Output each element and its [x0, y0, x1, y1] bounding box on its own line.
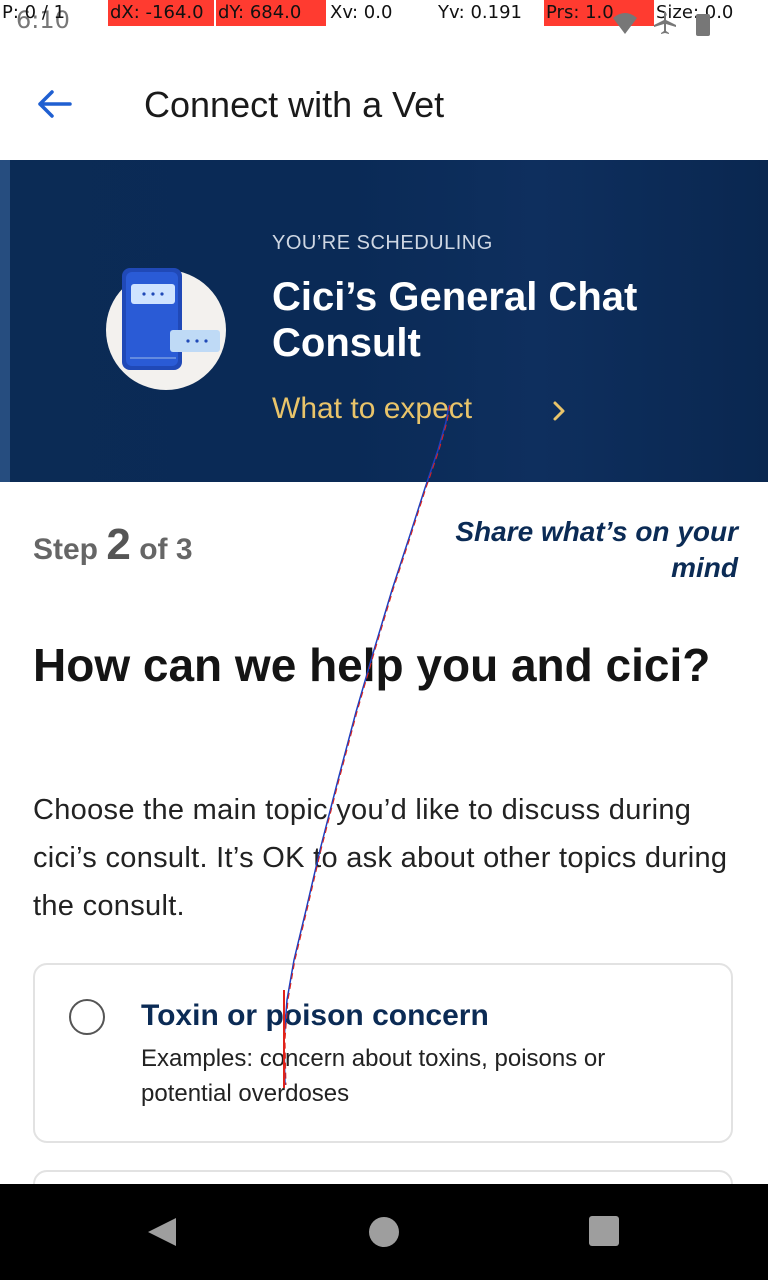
back-button[interactable]	[28, 82, 84, 126]
nav-recents-icon[interactable]	[589, 1216, 619, 1246]
consult-title: Cici’s General Chat Consult	[272, 275, 638, 365]
wifi-icon	[613, 13, 637, 34]
step-prefix: Step	[33, 533, 99, 566]
step-indicator: Step 2 of 3	[33, 520, 193, 570]
step-total: of 3	[139, 533, 193, 566]
nav-back-icon[interactable]	[146, 1216, 178, 1248]
pointer-dx: dX: -164.0	[108, 0, 214, 26]
pointer-xv: Xv: 0.0	[330, 2, 393, 23]
topic-option-toxin[interactable]: Toxin or poison concern Examples: concer…	[33, 963, 733, 1143]
page-title: Connect with a Vet	[144, 84, 445, 125]
what-to-expect-link[interactable]: What to expect	[272, 392, 472, 426]
option-description: Examples: concern about toxins, poisons …	[141, 1045, 606, 1107]
instructions-text: Choose the main topic you’d like to disc…	[33, 794, 728, 922]
chat-phone-illustration	[106, 268, 226, 390]
status-bar: 6:10 P: 0 / 1 dX: -164.0 dY: 684.0 Xv: 0…	[0, 0, 768, 44]
chevron-right-icon[interactable]	[548, 396, 572, 426]
pointer-dy: dY: 684.0	[216, 0, 326, 26]
nav-home-icon[interactable]	[369, 1217, 399, 1247]
option-title: Toxin or poison concern	[141, 999, 489, 1032]
pointer-count: P: 0 / 1	[2, 2, 66, 23]
consult-hero: YOU’RE SCHEDULING Cici’s General Chat Co…	[0, 160, 768, 482]
app-bar: Connect with a Vet	[0, 44, 768, 160]
step-current: 2	[106, 520, 131, 569]
scheduling-eyebrow: YOU’RE SCHEDULING	[272, 232, 493, 254]
airplane-icon	[654, 12, 676, 34]
step-description: Share what’s on your mind	[455, 516, 738, 583]
system-nav-bar	[0, 1184, 768, 1280]
hero-edge	[0, 160, 10, 482]
help-heading: How can we help you and cici?	[33, 639, 711, 691]
arrow-left-icon	[38, 90, 72, 118]
pointer-yv: Yv: 0.191	[438, 2, 522, 23]
battery-icon	[696, 14, 710, 36]
radio-button[interactable]	[69, 999, 105, 1035]
